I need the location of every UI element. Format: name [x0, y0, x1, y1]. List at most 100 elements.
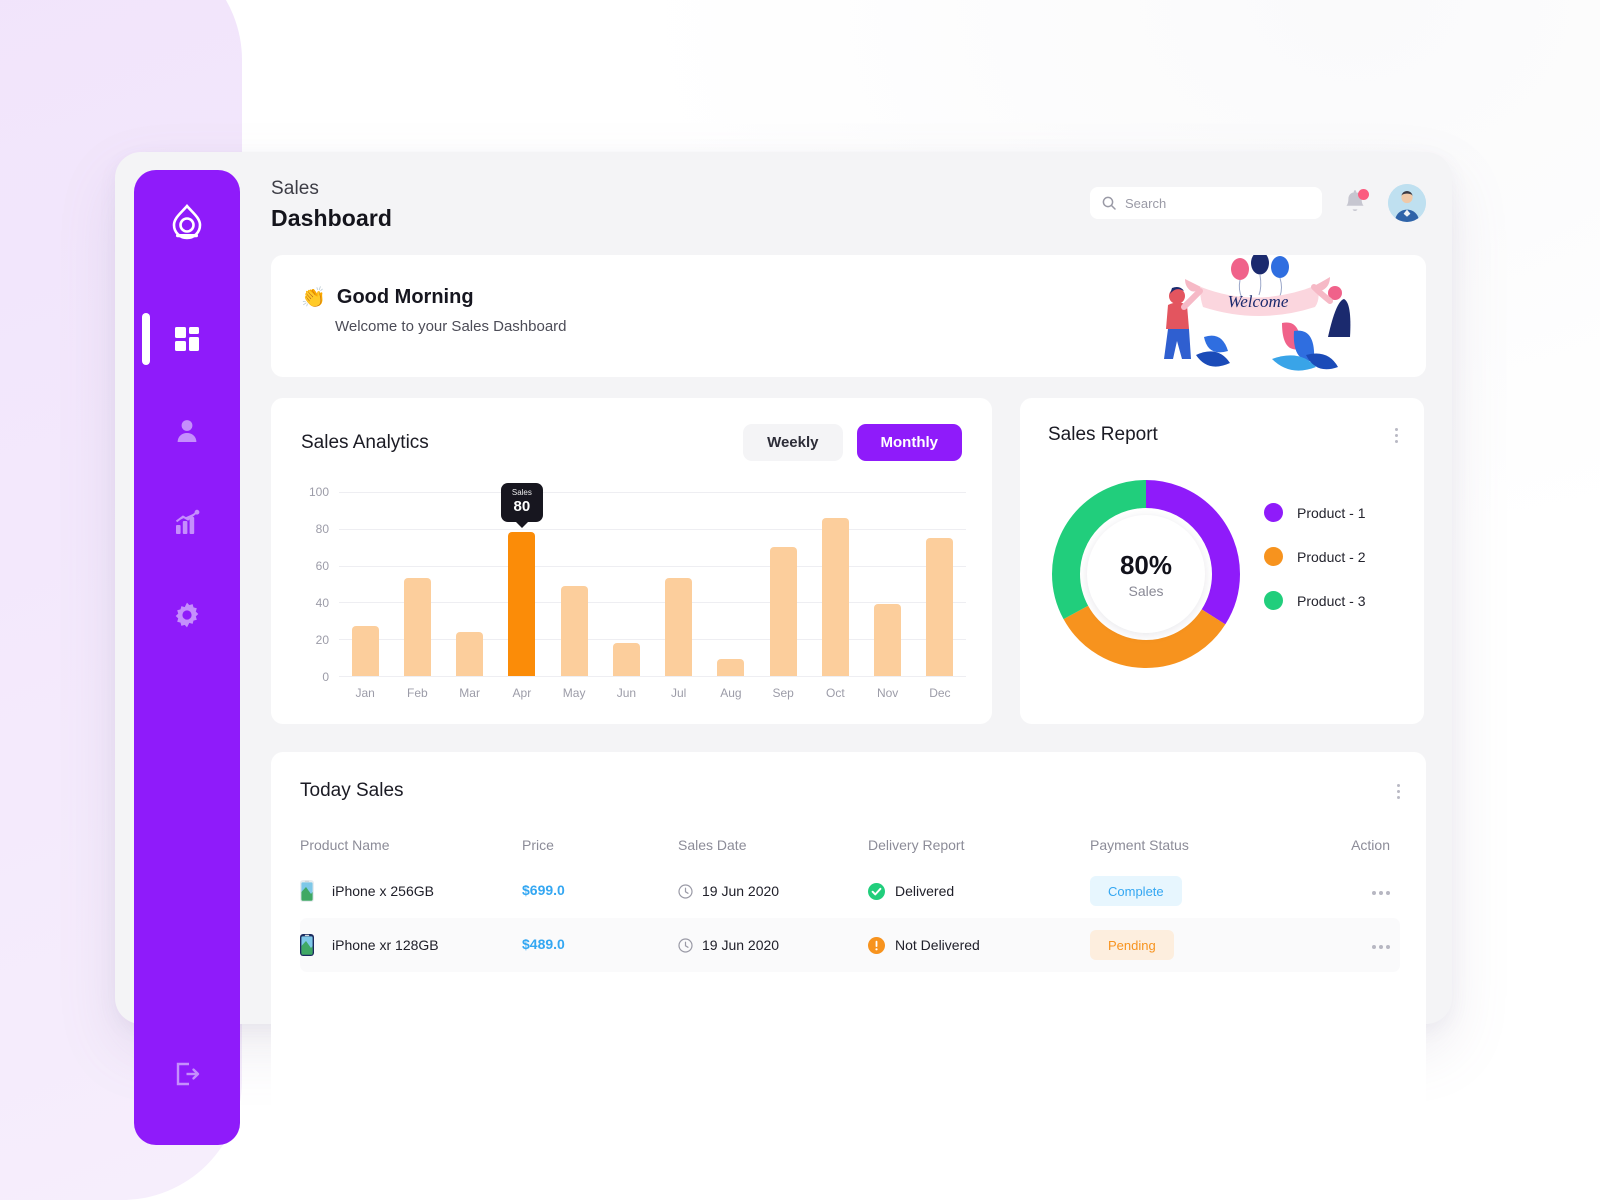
- avatar[interactable]: [1388, 184, 1426, 222]
- sales-date: 19 Jun 2020: [702, 937, 780, 953]
- table-row[interactable]: iPhone x 256GB $699.0 19 Jun 2020 Delivered…: [300, 864, 1400, 918]
- chart-bar[interactable]: [456, 631, 484, 676]
- donut-chart: 80% Sales: [1046, 474, 1246, 674]
- search-icon: [1102, 196, 1116, 210]
- cell-status: Pending: [1090, 930, 1330, 960]
- bar-slot[interactable]: Mar: [444, 492, 496, 700]
- sidebar-item-dashboard[interactable]: [142, 313, 210, 365]
- page-heading: Dashboard: [271, 205, 393, 231]
- kebab-menu-icon[interactable]: [1393, 780, 1404, 803]
- cell-price: $699.0: [522, 882, 678, 900]
- x-axis-tick: Oct: [826, 686, 845, 700]
- search-box[interactable]: [1090, 187, 1322, 219]
- grid-dashboard-icon: [175, 327, 199, 351]
- chart-bar[interactable]: [508, 532, 536, 676]
- tooltip-value: 80: [513, 498, 531, 516]
- welcome-title: Good Morning: [336, 286, 474, 308]
- product-name: iPhone x 256GB: [332, 883, 434, 899]
- user-icon: [177, 420, 197, 442]
- header-actions: [1090, 184, 1426, 222]
- search-input[interactable]: [1125, 195, 1295, 211]
- tooltip-arrow: [514, 521, 529, 529]
- ellipsis-icon[interactable]: [1372, 891, 1390, 895]
- table-header-row: Product Name Price Sales Date Delivery R…: [300, 826, 1400, 864]
- cell-action: [1330, 882, 1400, 900]
- legend-item[interactable]: Product - 3: [1264, 591, 1365, 610]
- sidebar-item-settings[interactable]: [164, 592, 210, 638]
- bar-slot[interactable]: Dec: [914, 492, 966, 700]
- kebab-menu-icon[interactable]: [1391, 424, 1402, 447]
- donut-center: 80% Sales: [1087, 515, 1205, 633]
- legend-label: Product - 2: [1297, 548, 1366, 565]
- product-name: iPhone xr 128GB: [332, 937, 439, 953]
- delivery-status: Delivered: [895, 883, 955, 899]
- chart-bar[interactable]: [717, 659, 745, 676]
- chart-plot-area: 0 20 40 60 80 100 Jan Feb Mar Sales 80 Apr May Jun Ju…: [309, 483, 966, 700]
- cell-price: $489.0: [522, 936, 678, 954]
- y-axis-tick: 20: [315, 632, 329, 647]
- bar-slot[interactable]: Sales 80 Apr: [496, 483, 548, 700]
- legend-item[interactable]: Product - 2: [1264, 547, 1365, 566]
- status-badge: Complete: [1090, 876, 1182, 906]
- sidebar-item-analytics[interactable]: [164, 500, 210, 546]
- x-axis-tick: Jul: [670, 686, 687, 700]
- phone-icon: [300, 880, 314, 902]
- chart-tooltip: Sales 80: [500, 483, 543, 529]
- chart-bar[interactable]: [351, 626, 379, 676]
- period-toggle: Weekly Monthly: [743, 424, 962, 461]
- chart-bar[interactable]: [769, 547, 797, 676]
- sidebar-item-users[interactable]: [164, 408, 210, 454]
- chart-bar[interactable]: [874, 604, 902, 676]
- logout-button[interactable]: [164, 1051, 210, 1097]
- report-header: Sales Report: [1048, 424, 1402, 447]
- cell-action: [1330, 936, 1400, 954]
- bar-slot[interactable]: Feb: [391, 492, 443, 700]
- cell-product: iPhone xr 128GB: [300, 934, 522, 956]
- bar-slot[interactable]: Oct: [809, 492, 861, 700]
- x-axis-tick: Jun: [616, 686, 637, 700]
- welcome-subtitle: Welcome to your Sales Dashboard: [335, 318, 567, 335]
- bar-slot[interactable]: Jun: [600, 492, 652, 700]
- x-axis-tick: Nov: [876, 686, 899, 700]
- ellipsis-icon[interactable]: [1372, 945, 1390, 949]
- x-axis-tick: Sep: [772, 686, 794, 700]
- chart-bar[interactable]: [821, 517, 849, 676]
- chart-bar[interactable]: [560, 585, 588, 676]
- bar-slot[interactable]: Sep: [757, 492, 809, 700]
- cell-date: 19 Jun 2020: [678, 937, 868, 953]
- legend-item[interactable]: Product - 1: [1264, 503, 1365, 522]
- clock-icon: [678, 937, 693, 953]
- notification-badge: [1358, 189, 1369, 200]
- today-sales-card: Today Sales Product Name Price Sales Dat…: [271, 752, 1426, 1122]
- y-axis-tick: 80: [315, 521, 329, 536]
- welcome-title-row: 👏 Good Morning: [301, 285, 567, 310]
- bar-slot[interactable]: Aug: [705, 492, 757, 700]
- x-axis-tick: Jan: [355, 686, 375, 700]
- bar-slot[interactable]: Nov: [862, 492, 914, 700]
- clap-emoji-icon: 👏: [301, 287, 326, 309]
- weekly-button[interactable]: Weekly: [743, 424, 843, 461]
- y-axis-tick: 60: [315, 558, 329, 573]
- notifications-button[interactable]: [1342, 189, 1369, 217]
- chart-bar[interactable]: [926, 538, 954, 676]
- sidebar-nav: [142, 313, 210, 638]
- sales-analytics-card: Sales Analytics Weekly Monthly 0 20 40 60 80…: [271, 398, 992, 724]
- legend-label: Product - 3: [1297, 592, 1366, 609]
- page-eyebrow: Sales: [271, 178, 320, 199]
- chart-bar[interactable]: [403, 578, 431, 676]
- page-title: Sales Dashboard: [271, 178, 392, 232]
- sales-date: 19 Jun 2020: [702, 883, 780, 899]
- chart-bar[interactable]: [665, 578, 693, 676]
- monthly-button[interactable]: Monthly: [856, 424, 962, 461]
- clock-icon: [678, 883, 693, 899]
- logo-diamond-icon[interactable]: [165, 200, 209, 244]
- table-row[interactable]: iPhone xr 128GB $489.0 19 Jun 2020 Not Deli…: [300, 918, 1400, 972]
- tooltip-label: Sales: [511, 488, 532, 498]
- chart-bar[interactable]: [612, 642, 640, 676]
- today-header: Today Sales: [300, 780, 1404, 803]
- x-axis-tick: May: [562, 686, 586, 700]
- bar-slot[interactable]: Jul: [653, 492, 705, 700]
- bar-slot[interactable]: Jan: [339, 492, 391, 700]
- chart-bars: Jan Feb Mar Sales 80 Apr May Jun Jul Aug Sep Oct Nov…: [339, 483, 966, 700]
- bar-slot[interactable]: May: [548, 492, 600, 700]
